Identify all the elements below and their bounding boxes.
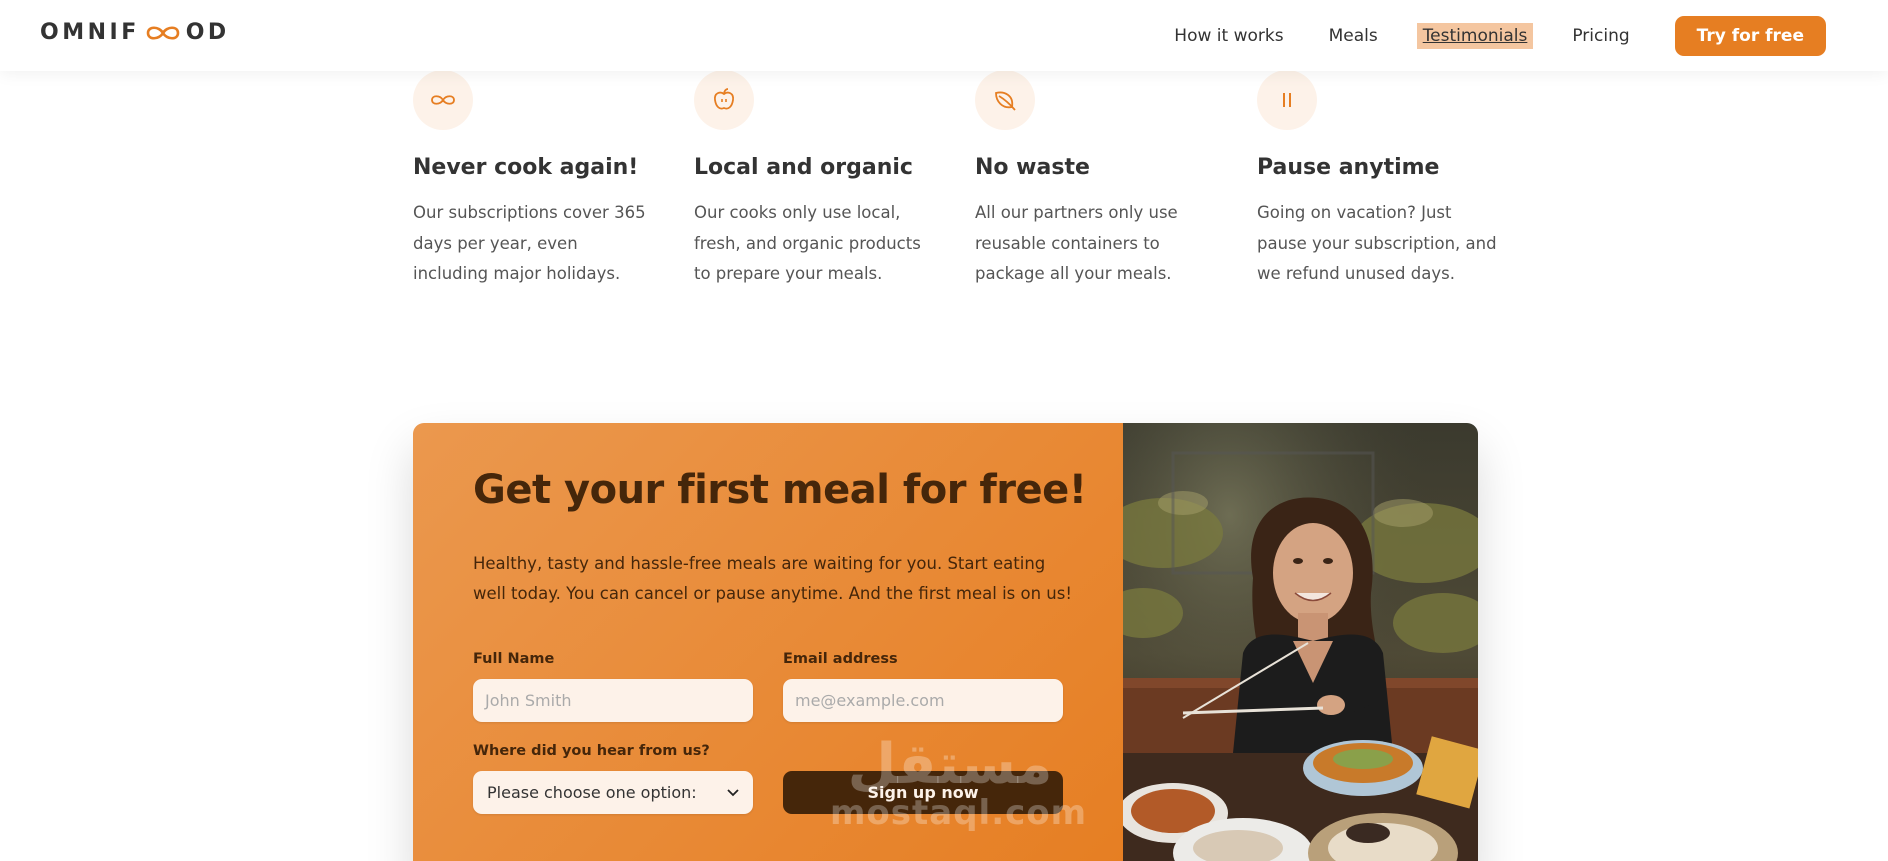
logo-text-left: OMNIF <box>40 20 140 45</box>
feature-title: Never cook again! <box>413 155 639 180</box>
cta-description: Healthy, tasty and hassle-free meals are… <box>473 554 1072 603</box>
cta-card: Get your first meal for free! Healthy, t… <box>413 423 1478 861</box>
infinity-logo-icon <box>146 25 180 40</box>
site-header: OMNIF OD How it works Meals Testimonials… <box>0 0 1888 71</box>
feature-text: Going on vacation? Just pause your subsc… <box>1257 203 1497 283</box>
nav-meals[interactable]: Meals <box>1329 26 1378 46</box>
infinity-icon <box>431 95 455 105</box>
cta-photo-illustration <box>1123 423 1478 861</box>
omnifood-logo[interactable]: OMNIF OD <box>40 20 230 45</box>
cta-form-panel: Get your first meal for free! Healthy, t… <box>413 423 1123 861</box>
main-nav: How it works Meals Testimonials Pricing … <box>1174 0 1888 71</box>
try-for-free-button[interactable]: Try for free <box>1674 15 1826 56</box>
feature-title: No waste <box>975 155 1090 180</box>
source-select[interactable]: Please choose one option: <box>473 771 753 814</box>
feature-icon-circle <box>413 70 473 130</box>
leaf-icon <box>995 91 1016 111</box>
source-select-value: Please choose one option: <box>487 783 697 802</box>
email-input[interactable]: me@example.com <box>783 679 1063 722</box>
feature-title: Local and organic <box>694 155 913 180</box>
feature-icon-circle <box>694 70 754 130</box>
full-name-input[interactable]: John Smith <box>473 679 753 722</box>
cta-title: Get your first meal for free! <box>473 467 1087 513</box>
cta-photo-woman-eating <box>1123 423 1478 861</box>
feature-icon-circle <box>1257 70 1317 130</box>
feature-text: Our cooks only use local, fresh, and org… <box>694 203 921 283</box>
feature-text: Our subscriptions cover 365 days per yea… <box>413 203 646 283</box>
feature-icon-circle <box>975 70 1035 130</box>
chevron-down-icon <box>727 788 739 796</box>
pause-icon <box>1283 93 1291 107</box>
nav-pricing[interactable]: Pricing <box>1572 26 1629 46</box>
apple-icon <box>714 88 734 110</box>
email-label: Email address <box>783 651 898 667</box>
nav-testimonials[interactable]: Testimonials <box>1416 22 1534 49</box>
feature-title: Pause anytime <box>1257 155 1440 180</box>
feature-text: All our partners only use reusable conta… <box>975 203 1178 283</box>
logo-text-right: OD <box>185 20 230 45</box>
sign-up-button[interactable]: Sign up now <box>783 771 1063 814</box>
full-name-label: Full Name <box>473 651 555 667</box>
source-label: Where did you hear from us? <box>473 743 710 759</box>
nav-how-it-works[interactable]: How it works <box>1174 26 1283 46</box>
